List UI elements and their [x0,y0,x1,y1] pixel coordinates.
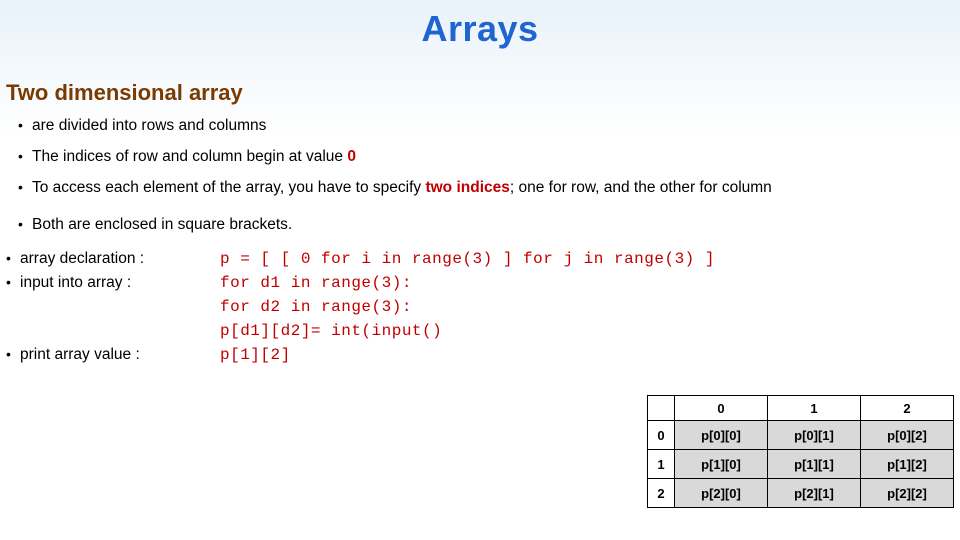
examples-block: array declaration : p = [ [ 0 for i in r… [6,250,942,364]
col-header: 2 [861,396,954,421]
example-label: print array value : [6,346,220,364]
bullet-item: To access each element of the array, you… [18,178,942,199]
code-input-line2: for d2 in range(3): [220,298,412,316]
example-label: array declaration : [6,250,220,268]
page-title: Arrays [0,0,960,50]
code-declaration: p = [ [ 0 for i in range(3) ] for j in r… [220,250,715,268]
bullet-item: are divided into rows and columns [18,116,942,137]
row-header: 2 [648,479,675,508]
code-print: p[1][2] [220,346,291,364]
bullet-item: The indices of row and column begin at v… [18,147,942,168]
row-header: 0 [648,421,675,450]
table-cell: p[1][2] [861,450,954,479]
table-header-row: 0 1 2 [648,396,954,421]
table-row: 2 p[2][0] p[2][1] p[2][2] [648,479,954,508]
table-cell: p[2][2] [861,479,954,508]
bullet-text: The indices of row and column begin at v… [32,148,347,165]
bullet-item: Both are enclosed in square brackets. [18,215,942,236]
table-cell: p[1][1] [768,450,861,479]
table-cell: p[2][1] [768,479,861,508]
example-row-input-line2: for d2 in range(3): [6,298,942,316]
bullet-text: Both are enclosed in square brackets. [32,216,292,233]
example-row-input-line3: p[d1][d2]= int(input() [6,322,942,340]
emphasis-two-indices: two indices [425,179,509,196]
content-area: Two dimensional array are divided into r… [0,50,960,364]
example-row-declaration: array declaration : p = [ [ 0 for i in r… [6,250,942,268]
bullet-text: To access each element of the array, you… [32,179,425,196]
bullet-list: are divided into rows and columns The in… [18,116,942,236]
array-table: 0 1 2 0 p[0][0] p[0][1] p[0][2] 1 p[1][0… [647,395,954,508]
array-index-table: 0 1 2 0 p[0][0] p[0][1] p[0][2] 1 p[1][0… [647,395,954,508]
table-cell: p[0][0] [675,421,768,450]
col-header: 1 [768,396,861,421]
bullet-text: ; one for row, and the other for column [510,179,772,196]
code-input-line3: p[d1][d2]= int(input() [220,322,442,340]
section-heading: Two dimensional array [6,80,942,106]
col-header: 0 [675,396,768,421]
row-header: 1 [648,450,675,479]
table-row: 1 p[1][0] p[1][1] p[1][2] [648,450,954,479]
example-label: input into array : [6,274,220,292]
code-input-line1: for d1 in range(3): [220,274,412,292]
table-row: 0 p[0][0] p[0][1] p[0][2] [648,421,954,450]
table-cell: p[2][0] [675,479,768,508]
example-row-print: print array value : p[1][2] [6,346,942,364]
table-cell: p[0][2] [861,421,954,450]
table-corner [648,396,675,421]
table-cell: p[0][1] [768,421,861,450]
example-row-input: input into array : for d1 in range(3): [6,274,942,292]
emphasis-zero: 0 [347,148,356,165]
table-cell: p[1][0] [675,450,768,479]
